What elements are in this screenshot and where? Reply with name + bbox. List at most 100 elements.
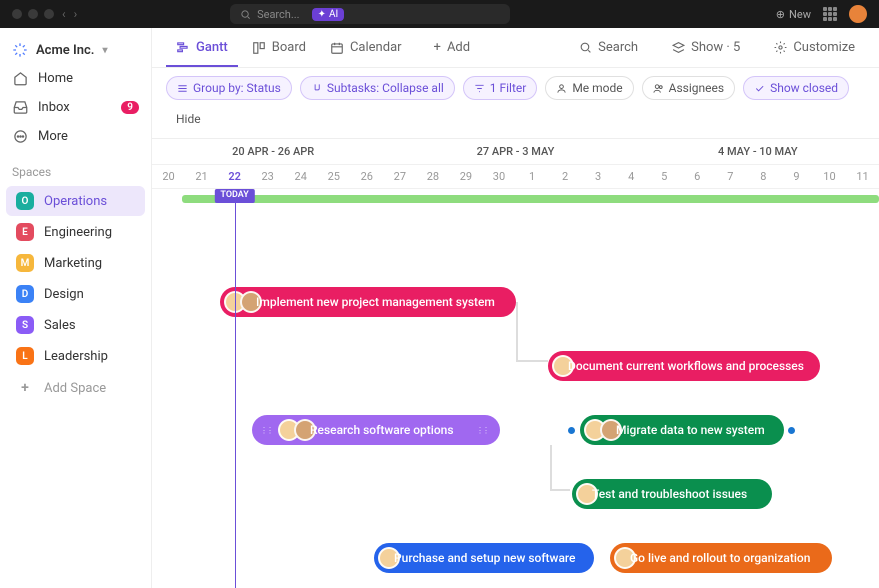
sidebar-space-sales[interactable]: S Sales [6,310,145,340]
task-label: Document current workflows and processes [568,359,804,373]
users-icon [653,83,664,94]
day-header: 1 [516,165,549,188]
filters-row: Group by: Status Subtasks: Collapse all … [152,68,879,139]
today-line [235,189,236,588]
add-space-button[interactable]: + Add Space [6,373,145,403]
gantt-area: 20 APR - 26 APR27 APR - 3 MAY4 MAY - 10 … [152,139,879,588]
day-header: 2 [549,165,582,188]
show-button[interactable]: Show · 5 [662,30,750,65]
me-mode-chip[interactable]: Me mode [545,76,633,100]
space-label: Operations [44,194,107,209]
back-icon[interactable]: ‹ [62,7,66,21]
task-bar[interactable]: Test and troubleshoot issues [572,479,772,509]
day-header: 20 [152,165,185,188]
timeline-progress [182,195,879,203]
search-input[interactable]: Search... ✦ AI [230,4,510,24]
nav-more[interactable]: More [0,122,151,151]
new-button[interactable]: ⊕ New [776,8,811,21]
filter-chip[interactable]: 1 Filter [463,76,538,100]
search-icon [240,9,251,20]
inbox-icon [12,100,28,115]
task-bar[interactable]: Document current workflows and processes [548,351,820,381]
week-header: 27 APR - 3 MAY [394,139,636,164]
sidebar-space-marketing[interactable]: MMarketing [6,248,145,278]
task-label: Implement new project management system [256,295,495,309]
space-label: Leadership [44,349,108,364]
sidebar-space-leadership[interactable]: L Leadership [6,341,145,371]
nav-home[interactable]: Home [0,64,151,93]
task-label: Migrate data to new system [616,423,765,437]
plus-icon: + [434,40,441,55]
apps-icon[interactable] [823,7,837,21]
subtasks-chip[interactable]: Subtasks: Collapse all [300,76,455,100]
space-badge-icon: D [16,285,34,303]
hide-button[interactable]: Hide [166,108,211,130]
search-view-button[interactable]: Search [569,30,648,65]
space-label: Engineering [44,225,112,240]
forward-icon[interactable]: › [74,7,78,21]
view-tabs: Gantt Board Calendar + Add [152,28,879,68]
day-header: 23 [251,165,284,188]
inbox-badge: 9 [121,101,139,114]
plus-icon: + [16,379,34,397]
ai-badge[interactable]: ✦ AI [312,8,345,21]
space-badge-icon: L [16,347,34,365]
stack-icon [177,83,188,94]
gantt-icon [176,40,190,54]
dependency-dot [568,427,575,434]
day-header: 28 [416,165,449,188]
subtask-icon [311,83,322,94]
assignees-chip[interactable]: Assignees [642,76,735,100]
window-controls[interactable] [12,9,54,19]
task-label: Test and troubleshoot issues [592,487,747,501]
task-bar[interactable]: Research software options [252,415,500,445]
week-header: 4 MAY - 10 MAY [637,139,879,164]
space-badge-icon: O [16,192,34,210]
tab-calendar[interactable]: Calendar [320,30,412,65]
sidebar-space-engineering[interactable]: E Engineering [6,217,145,247]
day-header: 3 [582,165,615,188]
dependency-line [550,445,552,489]
titlebar: ‹ › Search... ✦ AI ⊕ New [0,0,879,28]
group-by-chip[interactable]: Group by: Status [166,76,292,100]
sidebar-space-operations[interactable]: O Operations [6,186,145,216]
task-label: Research software options [310,423,454,437]
task-bar[interactable]: Purchase and setup new software [374,543,594,573]
day-header: 11 [846,165,879,188]
space-badge-icon: M [16,254,34,272]
show-closed-chip[interactable]: Show closed [743,76,849,100]
home-icon [12,71,28,86]
dependency-line [516,360,548,362]
space-label: Sales [44,318,76,333]
board-icon [252,41,266,55]
day-header: 7 [714,165,747,188]
dependency-line [516,302,518,360]
task-label: Purchase and setup new software [394,551,576,565]
task-bar[interactable]: Migrate data to new system [580,415,784,445]
avatar[interactable] [849,5,867,23]
workspace-switcher[interactable]: Acme Inc. ▾ [0,36,151,64]
history-nav[interactable]: ‹ › [62,7,77,21]
search-placeholder: Search... [257,8,300,21]
task-label: Go live and rollout to organization [630,551,810,565]
customize-button[interactable]: Customize [764,30,865,65]
tab-gantt[interactable]: Gantt [166,30,238,67]
filter-icon [474,83,485,94]
chevron-down-icon: ▾ [102,45,107,56]
task-bar[interactable]: Implement new project management system [220,287,516,317]
gear-icon [774,41,787,54]
task-bar[interactable]: Go live and rollout to organization [610,543,832,573]
add-view-button[interactable]: + Add [424,30,481,65]
day-header: 6 [681,165,714,188]
dependency-line [550,489,570,491]
space-badge-icon: S [16,316,34,334]
space-badge-icon: E [16,223,34,241]
today-marker: TODAY [214,189,254,203]
plus-circle-icon: ⊕ [776,8,785,21]
nav-inbox[interactable]: Inbox 9 [0,93,151,122]
tab-board[interactable]: Board [242,30,316,65]
more-icon [12,129,28,144]
space-label: Design [44,287,84,302]
day-header: 10 [813,165,846,188]
sidebar-space-design[interactable]: D Design [6,279,145,309]
